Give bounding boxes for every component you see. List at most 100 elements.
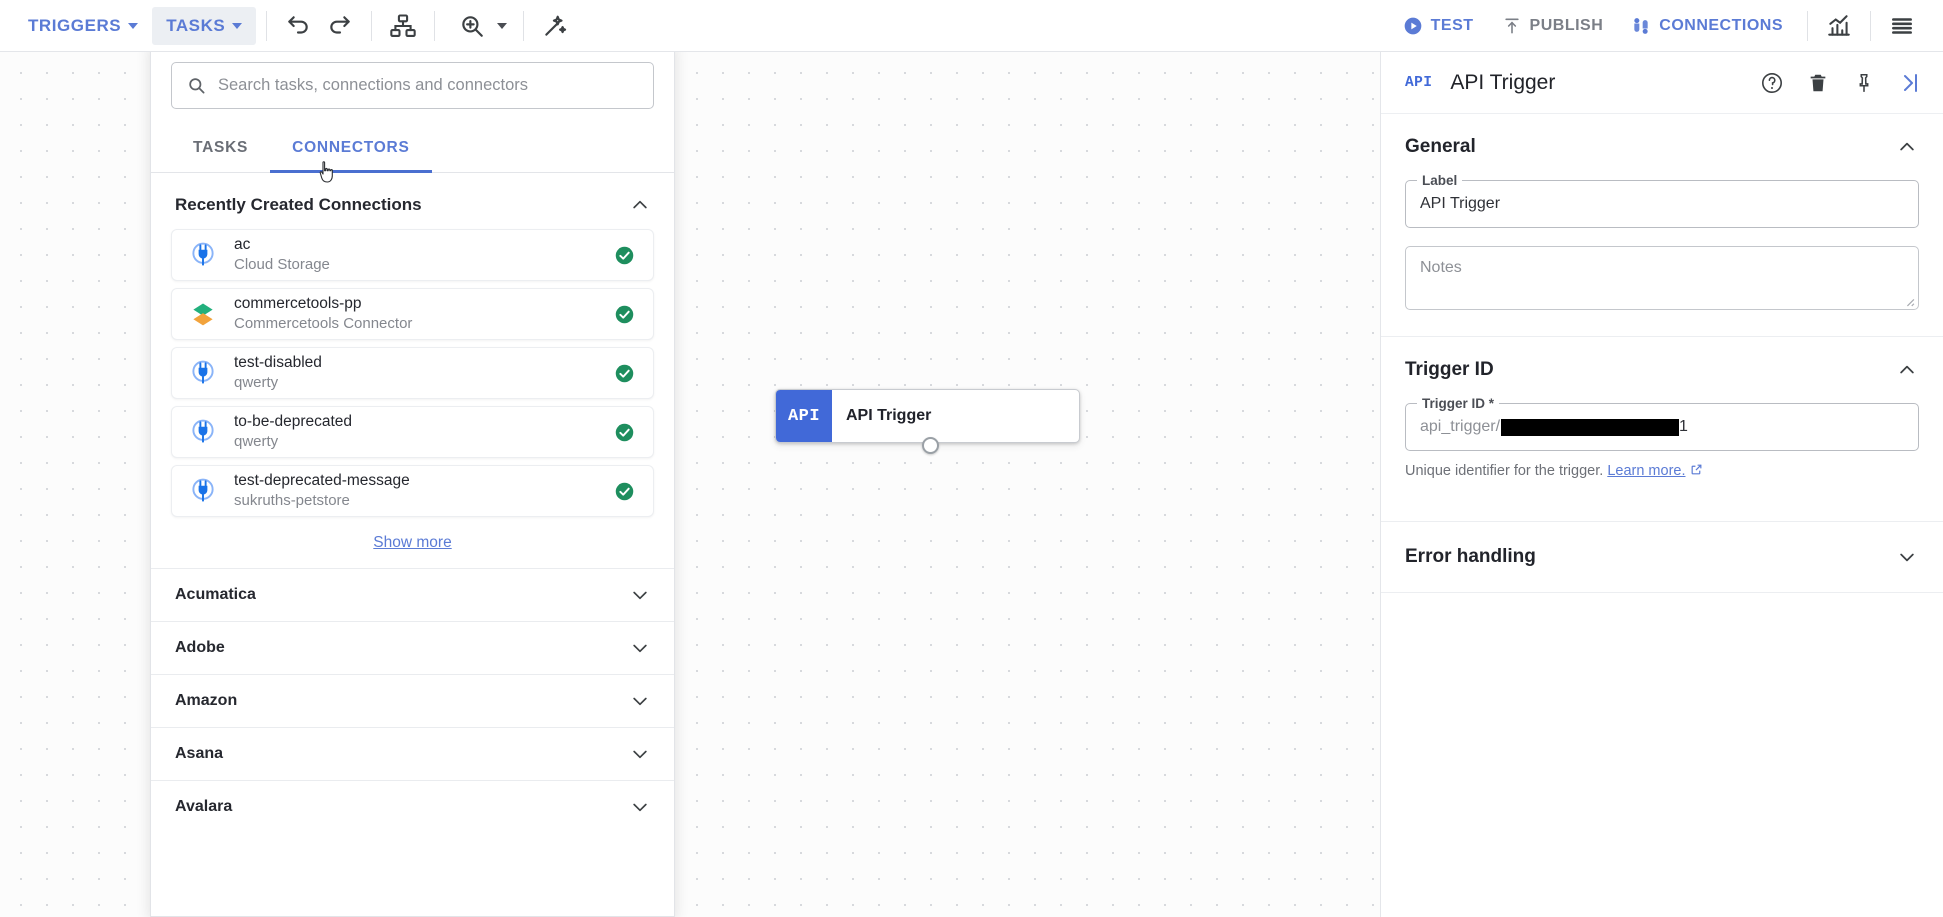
tab-connectors[interactable]: CONNECTORS (270, 125, 431, 172)
test-button[interactable]: TEST (1389, 8, 1488, 44)
trigger-id-tail: 1 (1679, 418, 1688, 436)
triggers-menu-button[interactable]: TRIGGERS (14, 7, 152, 45)
search-input[interactable] (218, 76, 638, 95)
trigger-id-field-legend: Trigger ID * (1417, 396, 1499, 411)
chevron-up-icon (1897, 137, 1917, 157)
status-connected-icon (614, 422, 635, 443)
connection-status-badge (614, 304, 635, 325)
connection-name: ac (234, 236, 598, 255)
zoom-control[interactable] (445, 5, 513, 47)
play-circle-icon (1403, 16, 1423, 36)
status-connected-icon (614, 363, 635, 384)
node-output-port[interactable] (922, 437, 939, 454)
chevron-down-icon (630, 744, 650, 764)
panel-badge-api: API (1405, 75, 1432, 91)
tasks-menu-button[interactable]: TASKS (152, 7, 256, 45)
recently-created-connections-header[interactable]: Recently Created Connections (151, 173, 674, 229)
api-trigger-node[interactable]: API API Trigger (775, 389, 1080, 443)
trigger-id-section-header[interactable]: Trigger ID (1381, 337, 1943, 387)
node-label: API Trigger (832, 390, 1079, 442)
connection-text: test-disabledqwerty (234, 354, 598, 392)
magic-wand-button[interactable] (534, 5, 576, 47)
plug-connector-icon (188, 417, 218, 447)
resize-grip-icon[interactable] (1902, 294, 1915, 307)
publish-button[interactable]: PUBLISH (1488, 8, 1618, 44)
label-field-value: API Trigger (1420, 195, 1500, 213)
analytics-button[interactable] (1818, 5, 1860, 47)
collapse-panel-icon (1898, 71, 1922, 95)
toolbar-divider (371, 11, 372, 41)
connection-row[interactable]: acCloud Storage (171, 229, 654, 281)
hamburger-menu-icon (1889, 13, 1915, 39)
panel-title: API Trigger (1450, 71, 1759, 95)
trash-icon (1807, 72, 1829, 94)
commercetools-icon (189, 300, 217, 328)
connector-category-row[interactable]: Asana (151, 727, 674, 780)
flyout-body: Recently Created Connections acCloud Sto… (151, 173, 674, 916)
connection-row[interactable]: commercetools-ppCommercetools Connector (171, 288, 654, 340)
error-handling-section-header[interactable]: Error handling (1381, 522, 1943, 593)
connection-subtitle: Cloud Storage (234, 256, 598, 274)
connector-category-label: Asana (175, 745, 223, 763)
analytics-chart-icon (1826, 13, 1852, 39)
notes-field[interactable]: Notes (1405, 246, 1919, 310)
main-menu-button[interactable] (1881, 5, 1923, 47)
properties-panel: API API Trigger (1380, 52, 1943, 917)
chevron-down-icon (232, 23, 242, 29)
connector-category-row[interactable]: Acumatica (151, 568, 674, 621)
connector-category-row[interactable]: Adobe (151, 621, 674, 674)
connections-button[interactable]: CONNECTIONS (1617, 7, 1797, 45)
notes-placeholder: Notes (1420, 259, 1462, 276)
pin-button[interactable] (1851, 70, 1877, 96)
flyout-tabs: TASKS CONNECTORS (151, 125, 674, 173)
undo-button[interactable] (277, 5, 319, 47)
auto-layout-button[interactable] (382, 5, 424, 47)
zoom-in-button[interactable] (451, 5, 493, 47)
tasks-connectors-flyout: TASKS CONNECTORS Recently Created Connec… (150, 42, 675, 917)
status-connected-icon (614, 481, 635, 502)
general-section-header[interactable]: General (1381, 114, 1943, 164)
publish-label: PUBLISH (1530, 17, 1604, 35)
tab-tasks[interactable]: TASKS (171, 125, 270, 172)
trigger-id-hint-text: Unique identifier for the trigger. (1405, 463, 1603, 479)
redo-icon (327, 13, 353, 39)
learn-more-link[interactable]: Learn more. (1607, 463, 1685, 479)
label-field[interactable]: Label API Trigger (1405, 180, 1919, 228)
tasks-menu-label: TASKS (166, 16, 225, 36)
connection-row[interactable]: test-disabledqwerty (171, 347, 654, 399)
trigger-id-field-wrap: Trigger ID * api_trigger/ 1 (1381, 387, 1943, 451)
redacted-value-bar (1501, 419, 1679, 436)
delete-button[interactable] (1805, 70, 1831, 96)
connector-category-label: Avalara (175, 798, 232, 816)
connection-text: to-be-deprecatedqwerty (234, 413, 598, 451)
connection-text: acCloud Storage (234, 236, 598, 274)
connector-category-row[interactable]: Avalara (151, 780, 674, 833)
collapse-panel-button[interactable] (1897, 70, 1923, 96)
chevron-down-icon (630, 585, 650, 605)
connector-category-row[interactable]: Amazon (151, 674, 674, 727)
general-section-title: General (1405, 136, 1476, 158)
commercetools-icon (188, 299, 218, 329)
redo-button[interactable] (319, 5, 361, 47)
search-box[interactable] (171, 62, 654, 109)
toolbar-divider (523, 11, 524, 41)
toolbar-left-group: TRIGGERS TASKS (0, 0, 576, 51)
connection-subtitle: Commercetools Connector (234, 315, 598, 333)
connection-name: commercetools-pp (234, 295, 598, 314)
connection-subtitle: qwerty (234, 433, 598, 451)
external-link-icon[interactable] (1690, 463, 1703, 476)
flyout-search-wrap (151, 42, 674, 125)
top-toolbar: TRIGGERS TASKS (0, 0, 1943, 52)
chevron-down-icon (630, 797, 650, 817)
toolbar-divider (266, 11, 267, 41)
connection-row[interactable]: test-deprecated-messagesukruths-petstore (171, 465, 654, 517)
connection-status-badge (614, 422, 635, 443)
toolbar-divider (1807, 11, 1808, 41)
chevron-down-icon (630, 691, 650, 711)
trigger-id-field[interactable]: Trigger ID * api_trigger/ 1 (1405, 403, 1919, 451)
help-button[interactable] (1759, 70, 1785, 96)
show-more-link[interactable]: Show more (373, 534, 451, 552)
toolbar-divider (1870, 11, 1871, 41)
status-connected-icon (614, 245, 635, 266)
connection-row[interactable]: to-be-deprecatedqwerty (171, 406, 654, 458)
